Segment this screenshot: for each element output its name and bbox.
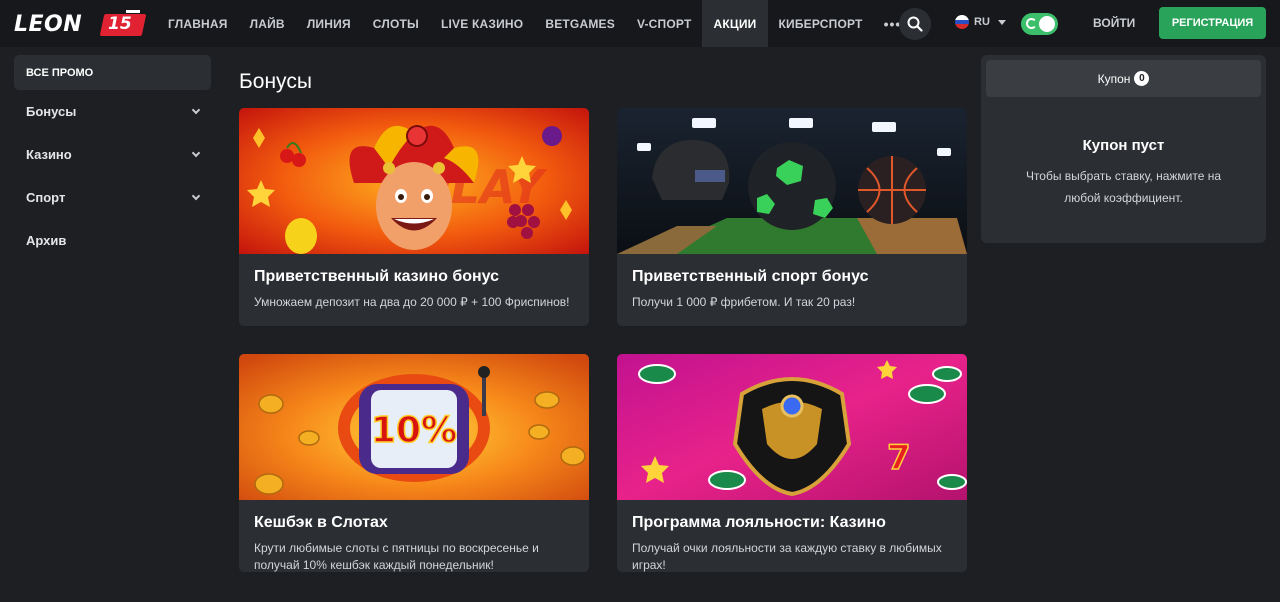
- sidebar-item-label: Архив: [26, 233, 67, 248]
- chevron-down-icon: [997, 19, 1006, 25]
- promo-card-description: Получи 1 000 ₽ фрибетом. И так 20 раз!: [632, 295, 856, 309]
- promo-card-image: 7: [617, 354, 967, 500]
- promo-card-description: Крути любимые слоты с пятницы по воскрес…: [254, 541, 539, 572]
- sidebar-item-label: Спорт: [26, 190, 66, 205]
- russia-flag-icon: [955, 15, 969, 29]
- logo-badge: 15: [99, 10, 147, 36]
- promo-card-title: Кешбэк в Слотах: [254, 514, 388, 531]
- promo-sidebar: ВСЕ ПРОМО Бонусы Казино Спорт Архив: [14, 55, 211, 262]
- nav-item-esports[interactable]: КИБЕРСПОРТ: [768, 0, 874, 47]
- moon-icon: [1026, 18, 1037, 29]
- promo-card-slots-cashback[interactable]: 10% Кешбэк в Слотах Крути любимые слоты …: [239, 354, 589, 572]
- nav-item-live-casino[interactable]: LIVE КАЗИНО: [430, 0, 534, 47]
- promo-card-title: Приветственный казино бонус: [254, 268, 500, 285]
- sidebar-item-archive[interactable]: Архив: [14, 219, 211, 262]
- nav-item-slots[interactable]: СЛОТЫ: [362, 0, 430, 47]
- promo-image-text: 7: [887, 438, 911, 478]
- logo-text: LEON: [14, 12, 83, 37]
- logo-badge-number: 15: [108, 14, 132, 34]
- main-nav: ГЛАВНАЯ ЛАЙВ ЛИНИЯ СЛОТЫ LIVE КАЗИНО BET…: [157, 0, 911, 47]
- coupon-empty-text: Чтобы выбрать ставку, нажмите на любой к…: [1025, 169, 1222, 205]
- search-button[interactable]: [899, 8, 931, 40]
- promo-card-casino-welcome[interactable]: PLAY Приветственный казино бонус Умножае…: [239, 108, 589, 326]
- promo-card-description: Получай очки лояльности за каждую ставку…: [632, 541, 942, 572]
- chevron-down-icon: [191, 148, 201, 158]
- chevron-down-icon: [191, 191, 201, 201]
- nav-item-home[interactable]: ГЛАВНАЯ: [157, 0, 239, 47]
- sidebar-item-label: Казино: [26, 147, 72, 162]
- nav-item-line[interactable]: ЛИНИЯ: [296, 0, 362, 47]
- bet-coupon-panel: Купон 0 Купон пуст Чтобы выбрать ставку,…: [981, 55, 1266, 243]
- chevron-down-icon: [191, 105, 201, 115]
- promo-card-description: Умножаем депозит на два до 20 000 ₽ + 10…: [254, 295, 570, 309]
- search-icon: [907, 16, 923, 32]
- sidebar-item-bonuses[interactable]: Бонусы: [14, 90, 211, 133]
- page-title: Бонусы: [239, 70, 312, 93]
- coupon-tab[interactable]: Купон 0: [986, 60, 1261, 97]
- toggle-knob: [1039, 16, 1055, 32]
- promo-card-image: PLAY: [239, 108, 589, 254]
- promo-card-image: 10%: [239, 354, 589, 500]
- nav-item-live[interactable]: ЛАЙВ: [239, 0, 296, 47]
- theme-toggle[interactable]: [1021, 13, 1058, 35]
- promo-card-sport-welcome[interactable]: Приветственный спорт бонус Получи 1 000 …: [617, 108, 967, 326]
- nav-item-vsport[interactable]: V-СПОРТ: [626, 0, 703, 47]
- promo-image-text: 10%: [371, 410, 457, 451]
- logo[interactable]: LEON 15: [14, 8, 147, 40]
- coupon-count-badge: 0: [1134, 71, 1150, 86]
- language-selector[interactable]: RU: [955, 15, 1006, 29]
- top-header: LEON 15 ГЛАВНАЯ ЛАЙВ ЛИНИЯ СЛОТЫ LIVE КА…: [0, 0, 1280, 47]
- sidebar-item-label: Бонусы: [26, 104, 77, 119]
- promo-card-title: Приветственный спорт бонус: [632, 268, 869, 285]
- sidebar-item-casino[interactable]: Казино: [14, 133, 211, 176]
- promo-card-loyalty-casino[interactable]: 7 Программа лояльности: Казино Получай о…: [617, 354, 967, 572]
- coupon-empty-title: Купон пуст: [1082, 137, 1165, 154]
- login-button[interactable]: ВОЙТИ: [1093, 16, 1135, 30]
- register-button[interactable]: РЕГИСТРАЦИЯ: [1159, 7, 1266, 39]
- sidebar-item-sport[interactable]: Спорт: [14, 176, 211, 219]
- coupon-tab-label: Купон: [1097, 71, 1131, 86]
- promo-card-title: Программа лояльности: Казино: [632, 514, 886, 531]
- language-code: RU: [974, 16, 990, 28]
- nav-item-promotions[interactable]: АКЦИИ: [702, 0, 768, 47]
- promo-card-image: [617, 108, 967, 254]
- sidebar-item-all-promo[interactable]: ВСЕ ПРОМО: [14, 55, 211, 90]
- nav-item-betgames[interactable]: BETGAMES: [534, 0, 626, 47]
